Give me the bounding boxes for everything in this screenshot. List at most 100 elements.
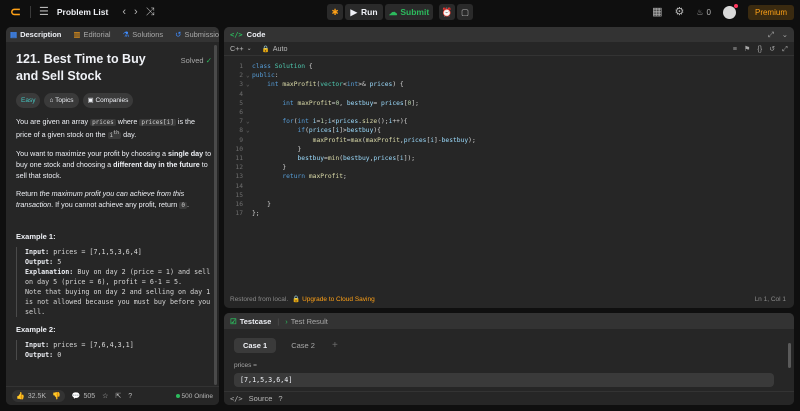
next-problem-icon[interactable]: › xyxy=(134,6,138,18)
description-scrollbar[interactable] xyxy=(214,45,217,385)
code-text: } xyxy=(252,164,287,172)
fire-icon: ♨ xyxy=(696,7,704,17)
code-line[interactable]: 13 return maxProfit; xyxy=(224,172,794,181)
maximize-icon[interactable]: ⤢ xyxy=(768,30,774,40)
fold-chevron-icon[interactable]: ⌄ xyxy=(246,117,250,126)
timer-button[interactable]: ⏰ xyxy=(439,4,455,20)
testcase-scrollbar[interactable] xyxy=(788,343,791,368)
like-button[interactable]: 👍 32.5K 👎 xyxy=(12,390,65,402)
code-line[interactable]: 15 xyxy=(224,191,794,200)
description-panel: ▤ Description ▥ Editorial ⚗ Solutions ↺ … xyxy=(6,27,219,405)
topbar-left: ⊂ ☰ Problem List ‹ › ⤨ xyxy=(0,0,155,24)
share-icon[interactable]: ⇱ xyxy=(115,392,121,400)
code-line[interactable]: 14 xyxy=(224,182,794,191)
example-output: Output: 0 xyxy=(25,350,212,360)
line-number: 3 xyxy=(239,81,243,89)
premium-button[interactable]: Premium xyxy=(747,4,794,20)
tab-testcase[interactable]: ☑ Testcase xyxy=(230,317,271,326)
param-input[interactable]: [7,1,5,3,6,4] xyxy=(234,373,774,387)
layout-grid-icon[interactable]: ▦ xyxy=(652,6,662,18)
code-line[interactable]: 7 ⌄ for(int i=1;i<prices.size();i++){ xyxy=(224,117,794,126)
solved-badge: Solved ✓ xyxy=(181,55,212,66)
tab-submissions[interactable]: ↺ Submissio xyxy=(175,30,219,39)
user-avatar[interactable] xyxy=(722,3,738,19)
problem-list-link[interactable]: Problem List xyxy=(57,7,108,17)
leetcode-logo-icon[interactable]: ⊂ xyxy=(10,5,22,19)
reset-icon[interactable]: ↺ xyxy=(769,44,775,54)
prev-problem-icon[interactable]: ‹ xyxy=(122,6,126,18)
code-line[interactable]: 1 class Solution { xyxy=(224,62,794,71)
language-select[interactable]: C++ ⌄ xyxy=(230,44,252,53)
braces-icon[interactable]: {} xyxy=(757,44,762,54)
input-value: prices = [7,1,5,3,6,4] xyxy=(49,248,142,256)
debug-button[interactable]: ✱ xyxy=(327,4,343,20)
code-line[interactable]: 2 ⌄ public: xyxy=(224,71,794,80)
code-line[interactable]: 9 maxProfit=max(maxProfit,prices[i]-best… xyxy=(224,136,794,145)
tab-editorial[interactable]: ▥ Editorial xyxy=(73,30,110,39)
case-2-tab[interactable]: Case 2 xyxy=(282,338,324,353)
star-icon[interactable]: ☆ xyxy=(102,392,108,400)
format-icon[interactable]: ≡ xyxy=(733,44,737,54)
line-number: 6 xyxy=(239,109,243,116)
cursor-position: Ln 1, Col 1 xyxy=(754,295,786,303)
description-footer: 👍 32.5K 👎 💬 505 ☆ ⇱ ? 500 Online xyxy=(6,386,219,405)
divider xyxy=(30,6,31,18)
problem-list-icon[interactable]: ☰ xyxy=(39,6,49,18)
streak-counter[interactable]: ♨ 0 xyxy=(696,8,711,17)
code-icon: </> xyxy=(230,30,243,39)
help-icon[interactable]: ? xyxy=(278,394,282,403)
lock-icon: 🔒 xyxy=(292,296,301,303)
code-text: bestbuy=min(bestbuy,prices[i]); xyxy=(297,155,416,162)
companies-tag[interactable]: ▣ Companies xyxy=(82,93,134,108)
code-editor[interactable]: 1 class Solution {2 ⌄ public: 3 ⌄ int maxProf… xyxy=(224,62,794,282)
case-1-tab[interactable]: Case 1 xyxy=(234,338,277,353)
code-text: class Solution { xyxy=(252,63,313,70)
shuffle-icon[interactable]: ⤨ xyxy=(146,6,155,18)
collapse-icon[interactable]: ⌄ xyxy=(782,30,788,40)
add-case-icon[interactable]: + xyxy=(332,340,338,351)
fold-chevron-icon[interactable]: ⌄ xyxy=(246,71,250,80)
code-text: } xyxy=(252,145,302,153)
problem-title[interactable]: 121. Best Time to Buy and Sell Stock xyxy=(16,51,171,85)
expand-icon[interactable]: ⤢ xyxy=(782,44,788,54)
code-line[interactable]: 16 } xyxy=(224,200,794,209)
code-line[interactable]: 11 bestbuy=min(bestbuy,prices[i]); xyxy=(224,154,794,163)
left-tab-bar: ▤ Description ▥ Editorial ⚗ Solutions ↺ … xyxy=(6,27,219,42)
fold-chevron-icon[interactable]: ⌄ xyxy=(246,126,250,135)
code-line[interactable]: 5 int maxProfit=0, bestbuy= prices[0]; xyxy=(224,99,794,108)
bold-text: different day in the future xyxy=(113,160,200,169)
fold-chevron-icon[interactable]: ⌄ xyxy=(246,80,250,89)
code-line[interactable]: 3 ⌄ int maxProfit(vector<int>& prices) { xyxy=(224,80,794,89)
run-button[interactable]: ▶ Run xyxy=(345,4,383,20)
code-line[interactable]: 17}; xyxy=(224,209,794,218)
help-icon[interactable]: ? xyxy=(128,393,132,400)
code-line[interactable]: 8 ⌄ if(prices[i]>bestbuy){ xyxy=(224,126,794,135)
tab-description[interactable]: ▤ Description xyxy=(10,30,61,39)
notes-button[interactable]: ▢ xyxy=(457,4,473,20)
code-line[interactable]: 12 } xyxy=(224,163,794,172)
code-line[interactable]: 6 xyxy=(224,108,794,117)
code-line[interactable]: 10 } xyxy=(224,145,794,154)
code-text: } xyxy=(252,201,271,208)
upgrade-cloud-link[interactable]: 🔒 Upgrade to Cloud Saving xyxy=(292,295,375,303)
settings-gear-icon[interactable]: ⚙ xyxy=(674,6,684,18)
thumbs-down-icon[interactable]: 👎 xyxy=(52,392,61,400)
code-text: }; xyxy=(252,210,260,218)
tab-solutions[interactable]: ⚗ Solutions xyxy=(123,30,164,39)
code-tab-title[interactable]: Code xyxy=(247,30,266,39)
topics-tag[interactable]: ⌂ Topics xyxy=(44,93,79,108)
comments-button[interactable]: 💬 505 xyxy=(72,392,96,401)
auto-mode-toggle[interactable]: 🔒 Auto xyxy=(262,44,288,53)
superscript: th xyxy=(113,130,120,136)
bookmark-icon[interactable]: ⚑ xyxy=(744,44,750,54)
topics-label: Topics xyxy=(55,97,74,104)
explanation-label: Explanation: xyxy=(25,268,74,276)
text: . If you cannot achieve any profit, retu… xyxy=(51,200,180,209)
case-tabs: Case 1 Case 2 + xyxy=(234,338,338,353)
submit-button[interactable]: ☁ Submit xyxy=(385,4,433,20)
tab-test-result[interactable]: › Test Result xyxy=(285,317,328,326)
comment-count: 505 xyxy=(83,392,96,400)
source-button[interactable]: Source xyxy=(249,394,273,403)
code-line[interactable]: 4 xyxy=(224,90,794,99)
example-2-title: Example 2: xyxy=(16,325,56,334)
